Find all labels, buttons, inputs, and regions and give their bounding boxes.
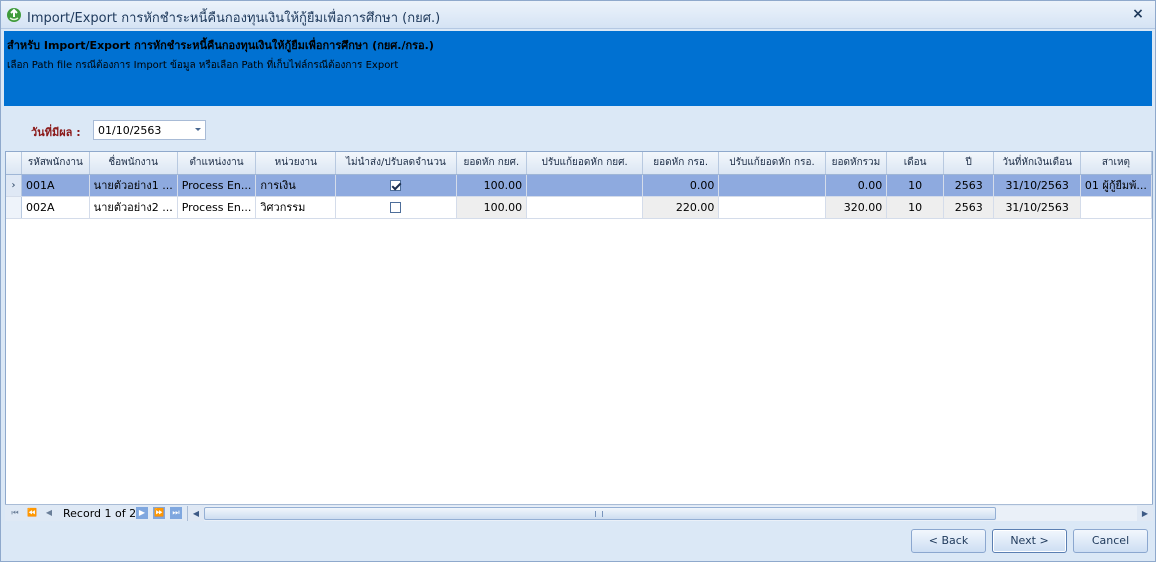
cell-dept[interactable]: การเงิน <box>255 174 337 197</box>
cancel-button[interactable]: Cancel <box>1073 529 1148 553</box>
header-year[interactable]: ปี <box>943 152 995 175</box>
data-grid: รหัสพนักงาน ชื่อพนักงาน ตำแหน่งงาน หน่วย… <box>5 151 1153 521</box>
cell-date[interactable]: 31/10/2563 <box>993 196 1081 219</box>
header-banner: สำหรับ Import/Export การหักชำระหนี้คืนกอ… <box>4 31 1152 106</box>
next-page-icon[interactable]: ⏩ <box>153 507 165 519</box>
cell-no-send[interactable] <box>335 174 457 197</box>
cell-reason[interactable]: 01 ผู้กู้ยืมพ้... <box>1080 174 1152 197</box>
cell-emp-id[interactable]: 001A <box>21 174 90 197</box>
close-icon[interactable]: × <box>1129 5 1147 23</box>
header-total[interactable]: ยอดหักรวม <box>825 152 888 175</box>
grip-icon <box>595 511 603 517</box>
horizontal-scrollbar[interactable]: ◀ ▶ <box>187 506 1153 521</box>
table-row[interactable]: › 001A นายตัวอย่าง1 ... Process En... กา… <box>6 174 1152 197</box>
cell-kro[interactable]: 0.00 <box>642 174 720 197</box>
prev-page-icon[interactable]: ⏪ <box>26 507 38 519</box>
title-bar: Import/Export การหักชำระหนี้คืนกองทุนเงิ… <box>1 1 1155 29</box>
banner-title: สำหรับ Import/Export การหักชำระหนี้คืนกอ… <box>7 39 434 52</box>
cell-kro[interactable]: 220.00 <box>642 196 720 219</box>
header-kro[interactable]: ยอดหัก กรอ. <box>642 152 720 175</box>
app-recycle-icon <box>7 8 21 22</box>
header-dept[interactable]: หน่วยงาน <box>255 152 337 175</box>
cell-kro-adj[interactable] <box>718 196 826 219</box>
scroll-thumb[interactable] <box>204 507 996 520</box>
cell-no-send[interactable] <box>335 196 457 219</box>
cell-name[interactable]: นายตัวอย่าง2 ... <box>89 196 178 219</box>
first-record-icon[interactable]: ⏮ <box>9 507 21 519</box>
cell-kys-adj[interactable] <box>526 174 644 197</box>
header-reason[interactable]: สาเหตุ <box>1080 152 1152 175</box>
grid-table: รหัสพนักงาน ชื่อพนักงาน ตำแหน่งงาน หน่วย… <box>6 152 1152 219</box>
header-kys[interactable]: ยอดหัก กยศ. <box>456 152 528 175</box>
cell-kro-adj[interactable] <box>718 174 826 197</box>
header-name[interactable]: ชื่อพนักงาน <box>89 152 178 175</box>
cell-reason[interactable] <box>1080 196 1152 219</box>
row-indicator-icon[interactable] <box>6 196 23 219</box>
next-button[interactable]: Next > <box>992 529 1067 553</box>
cell-kys[interactable]: 100.00 <box>456 196 528 219</box>
cell-position[interactable]: Process En... <box>177 174 257 197</box>
row-indicator-icon[interactable]: › <box>6 174 23 197</box>
cell-year[interactable]: 2563 <box>943 196 995 219</box>
banner-subtitle: เลือก Path file กรณีต้องการ Import ข้อมู… <box>7 60 399 71</box>
scroll-left-icon[interactable]: ◀ <box>188 506 204 521</box>
table-row[interactable]: 002A นายตัวอย่าง2 ... Process En... วิศว… <box>6 196 1152 219</box>
no-send-checkbox[interactable] <box>390 180 402 191</box>
cell-kys-adj[interactable] <box>526 196 644 219</box>
cell-position[interactable]: Process En... <box>177 196 257 219</box>
cell-name[interactable]: นายตัวอย่าง1 ... <box>89 174 178 197</box>
record-navigator: ⏮ ⏪ ◀ Record 1 of 2 ▶ ⏩ ⏭ ◀ ▶ <box>5 504 1153 521</box>
cell-emp-id[interactable]: 002A <box>21 196 90 219</box>
cell-month[interactable]: 10 <box>886 174 944 197</box>
last-record-icon[interactable]: ⏭ <box>170 507 182 519</box>
back-button[interactable]: < Back <box>911 529 986 553</box>
cell-total[interactable]: 320.00 <box>825 196 888 219</box>
prev-record-icon[interactable]: ◀ <box>43 507 55 519</box>
effective-date-dropdown[interactable]: 01/10/2563 <box>93 120 206 140</box>
header-indicator <box>6 152 23 175</box>
header-month[interactable]: เดือน <box>886 152 944 175</box>
window-title: Import/Export การหักชำระหนี้คืนกองทุนเงิ… <box>27 11 441 26</box>
chevron-down-icon[interactable] <box>195 128 201 131</box>
cell-date[interactable]: 31/10/2563 <box>993 174 1081 197</box>
header-date[interactable]: วันที่หักเงินเดือน <box>993 152 1081 175</box>
cell-dept[interactable]: วิศวกรรม <box>255 196 337 219</box>
header-kro-adj[interactable]: ปรับแก้ยอดหัก กรอ. <box>718 152 826 175</box>
header-no-send[interactable]: ไม่นำส่ง/ปรับลดจำนวน <box>335 152 457 175</box>
header-emp-id[interactable]: รหัสพนักงาน <box>21 152 90 175</box>
effective-date-label: วันที่มีผล : <box>31 126 81 139</box>
record-counter: Record 1 of 2 <box>63 507 137 520</box>
import-export-window: Import/Export การหักชำระหนี้คืนกองทุนเงิ… <box>0 0 1156 562</box>
cell-total[interactable]: 0.00 <box>825 174 888 197</box>
scroll-right-icon[interactable]: ▶ <box>1137 506 1153 521</box>
grid-header-row: รหัสพนักงาน ชื่อพนักงาน ตำแหน่งงาน หน่วย… <box>6 152 1152 175</box>
header-kys-adj[interactable]: ปรับแก้ยอดหัก กยศ. <box>526 152 644 175</box>
effective-date-value: 01/10/2563 <box>98 124 162 137</box>
cell-month[interactable]: 10 <box>886 196 944 219</box>
next-record-icon[interactable]: ▶ <box>136 507 148 519</box>
header-position[interactable]: ตำแหน่งงาน <box>177 152 257 175</box>
no-send-checkbox[interactable] <box>390 202 402 213</box>
cell-year[interactable]: 2563 <box>943 174 995 197</box>
cell-kys[interactable]: 100.00 <box>456 174 528 197</box>
